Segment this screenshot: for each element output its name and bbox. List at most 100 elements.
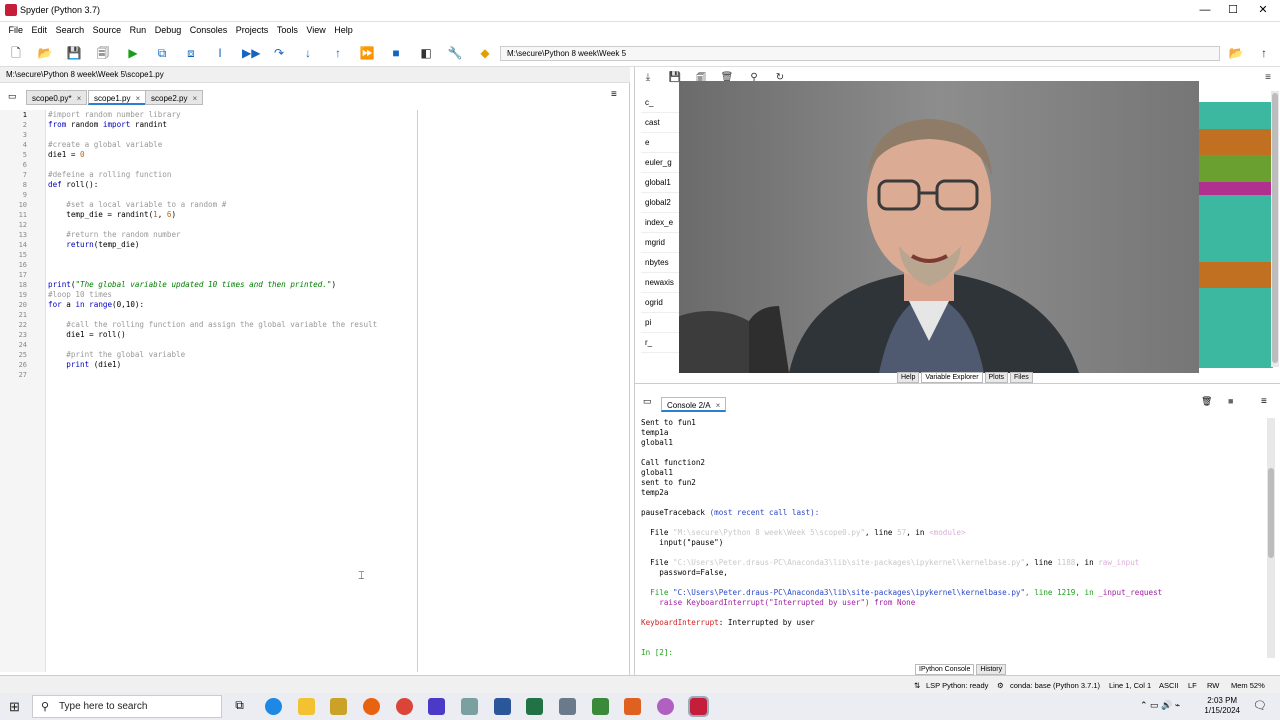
preferences-wrench-icon[interactable]: 🔧 [447,45,463,61]
close-tab-icon[interactable]: × [716,401,721,410]
snipping-tool-icon[interactable] [624,698,641,715]
menu-consoles[interactable]: Consoles [187,22,231,38]
remove-all-variables-icon[interactable]: 🗑 [1201,396,1212,407]
python-path-icon[interactable]: ◆ [477,45,493,61]
chrome-icon[interactable] [396,698,413,715]
word-icon[interactable] [494,698,511,715]
step-into-icon[interactable]: ↓ [300,45,316,61]
task-view-icon[interactable]: ⧉ [231,698,248,715]
tab-scope1[interactable]: scope1.py × [88,90,147,105]
spyder-icon[interactable] [592,698,609,715]
import-data-icon[interactable]: ⤓ [641,72,655,86]
maximize-pane-icon[interactable]: ◧ [418,45,434,61]
vlc-icon[interactable] [428,698,445,715]
open-file-icon[interactable]: 📂 [37,45,53,61]
run-cell-advance-icon[interactable]: ⧈ [183,45,199,61]
menu-projects[interactable]: Projects [233,22,272,38]
close-tab-icon[interactable]: × [77,94,82,103]
firefox-icon[interactable] [363,698,380,715]
tab-scope2[interactable]: scope2.py × [145,90,204,105]
options-menu-icon[interactable]: ≡ [1261,396,1267,407]
variable-value-cell[interactable] [1197,234,1273,249]
tab-scope0[interactable]: scope0.py* × [26,90,88,105]
variable-value-cell[interactable] [1197,221,1273,235]
windows-start-icon[interactable]: ⊞ [9,699,20,715]
spyder-active-icon[interactable] [688,696,709,717]
close-tab-icon[interactable]: × [192,94,197,103]
variable-row[interactable]: global1 [641,173,681,193]
tab-ipython-console[interactable]: IPython Console [915,664,975,675]
variable-value-cell[interactable] [1197,248,1273,262]
parent-directory-icon[interactable]: ↑ [1256,45,1272,61]
variable-row[interactable]: ogrid [641,293,681,313]
variable-row[interactable]: euler_g [641,153,681,173]
variable-value-cell[interactable] [1197,128,1273,142]
variable-value-cell[interactable] [1197,208,1273,222]
stop-icon[interactable]: ■ [388,45,404,61]
menu-source[interactable]: Source [90,22,125,38]
maximize-button[interactable]: ☐ [1218,2,1248,18]
system-tray-icons[interactable]: ⌃ ▭ 🔊 ⌁ [1140,700,1180,711]
edge-browser-icon[interactable] [265,698,282,715]
menu-search[interactable]: Search [53,22,88,38]
variable-value-cell[interactable] [1197,341,1273,355]
minimize-button[interactable]: — [1190,2,1220,18]
variable-value-cell[interactable] [1197,195,1273,209]
console-output[interactable]: Sent to fun1 temp1a global1 Call functio… [641,418,1261,658]
tab-plots[interactable]: Plots [984,372,1009,383]
menu-help[interactable]: Help [331,22,356,38]
menu-edit[interactable]: Edit [29,22,51,38]
git-icon[interactable] [461,698,478,715]
variable-value-cell[interactable] [1197,288,1273,302]
menu-tools[interactable]: Tools [274,22,301,38]
conda-env[interactable]: conda: base (Python 3.7.1) [1010,681,1100,690]
variable-value-cell[interactable] [1197,102,1273,116]
menu-file[interactable]: File [6,22,27,38]
variable-row[interactable]: c_ [641,93,681,113]
variable-row[interactable]: mgrid [641,233,681,253]
run-icon[interactable]: ▶ [125,45,141,61]
step-return-icon[interactable]: ↑ [330,45,346,61]
excel-icon[interactable] [526,698,543,715]
variable-row[interactable]: e [641,133,681,153]
save-all-icon[interactable]: 🗐 [95,45,111,61]
variable-value-cell[interactable] [1197,314,1273,329]
taskbar-search-box[interactable]: ⚲ Type here to search [32,695,222,718]
continue-icon[interactable]: ⏩ [359,45,375,61]
console-scrollbar[interactable] [1267,418,1275,658]
variable-row[interactable]: newaxis [641,273,681,293]
variable-value-cell[interactable] [1197,328,1273,342]
variable-row[interactable]: cast [641,113,681,133]
variable-value-cell[interactable] [1197,274,1273,289]
variable-row[interactable]: pi [641,313,681,333]
close-button[interactable]: ✕ [1248,2,1278,18]
variable-value-cell[interactable] [1197,168,1273,182]
notifications-icon[interactable]: 🗨 [1253,699,1267,712]
browse-directory-icon[interactable]: 📂 [1228,45,1244,61]
menu-view[interactable]: View [303,22,328,38]
interrupt-kernel-icon[interactable]: ■ [1228,396,1233,406]
variable-scrollbar[interactable] [1271,91,1279,367]
step-icon[interactable]: ↷ [271,45,287,61]
menu-run[interactable]: Run [127,22,150,38]
notepad-icon[interactable] [559,698,576,715]
console-prompt[interactable]: In [2]: [641,648,1261,658]
tab-variable-explorer[interactable]: Variable Explorer [921,372,983,383]
working-directory-field[interactable]: M:\secure\Python 8 week\Week 5 [500,46,1220,61]
browse-tabs-icon[interactable]: ▭ [643,396,652,407]
run-selection-icon[interactable]: I [212,45,228,61]
variable-value-cell[interactable] [1197,261,1273,275]
variable-row[interactable]: global2 [641,193,681,213]
variable-row[interactable]: nbytes [641,253,681,273]
options-menu-icon[interactable]: ≡ [1261,72,1275,86]
code-editor[interactable]: #import random number library from rando… [48,110,418,672]
media-player-icon[interactable] [330,698,347,715]
file-explorer-icon[interactable] [298,698,315,715]
console-tab[interactable]: Console 2/A × [661,397,727,412]
variable-value-cell[interactable] [1197,115,1273,129]
variable-value-cell[interactable] [1197,181,1273,196]
menu-debug[interactable]: Debug [152,22,185,38]
tab-help[interactable]: Help [897,372,920,383]
tab-history[interactable]: History [976,664,1007,675]
variable-row[interactable]: r_ [641,333,681,353]
